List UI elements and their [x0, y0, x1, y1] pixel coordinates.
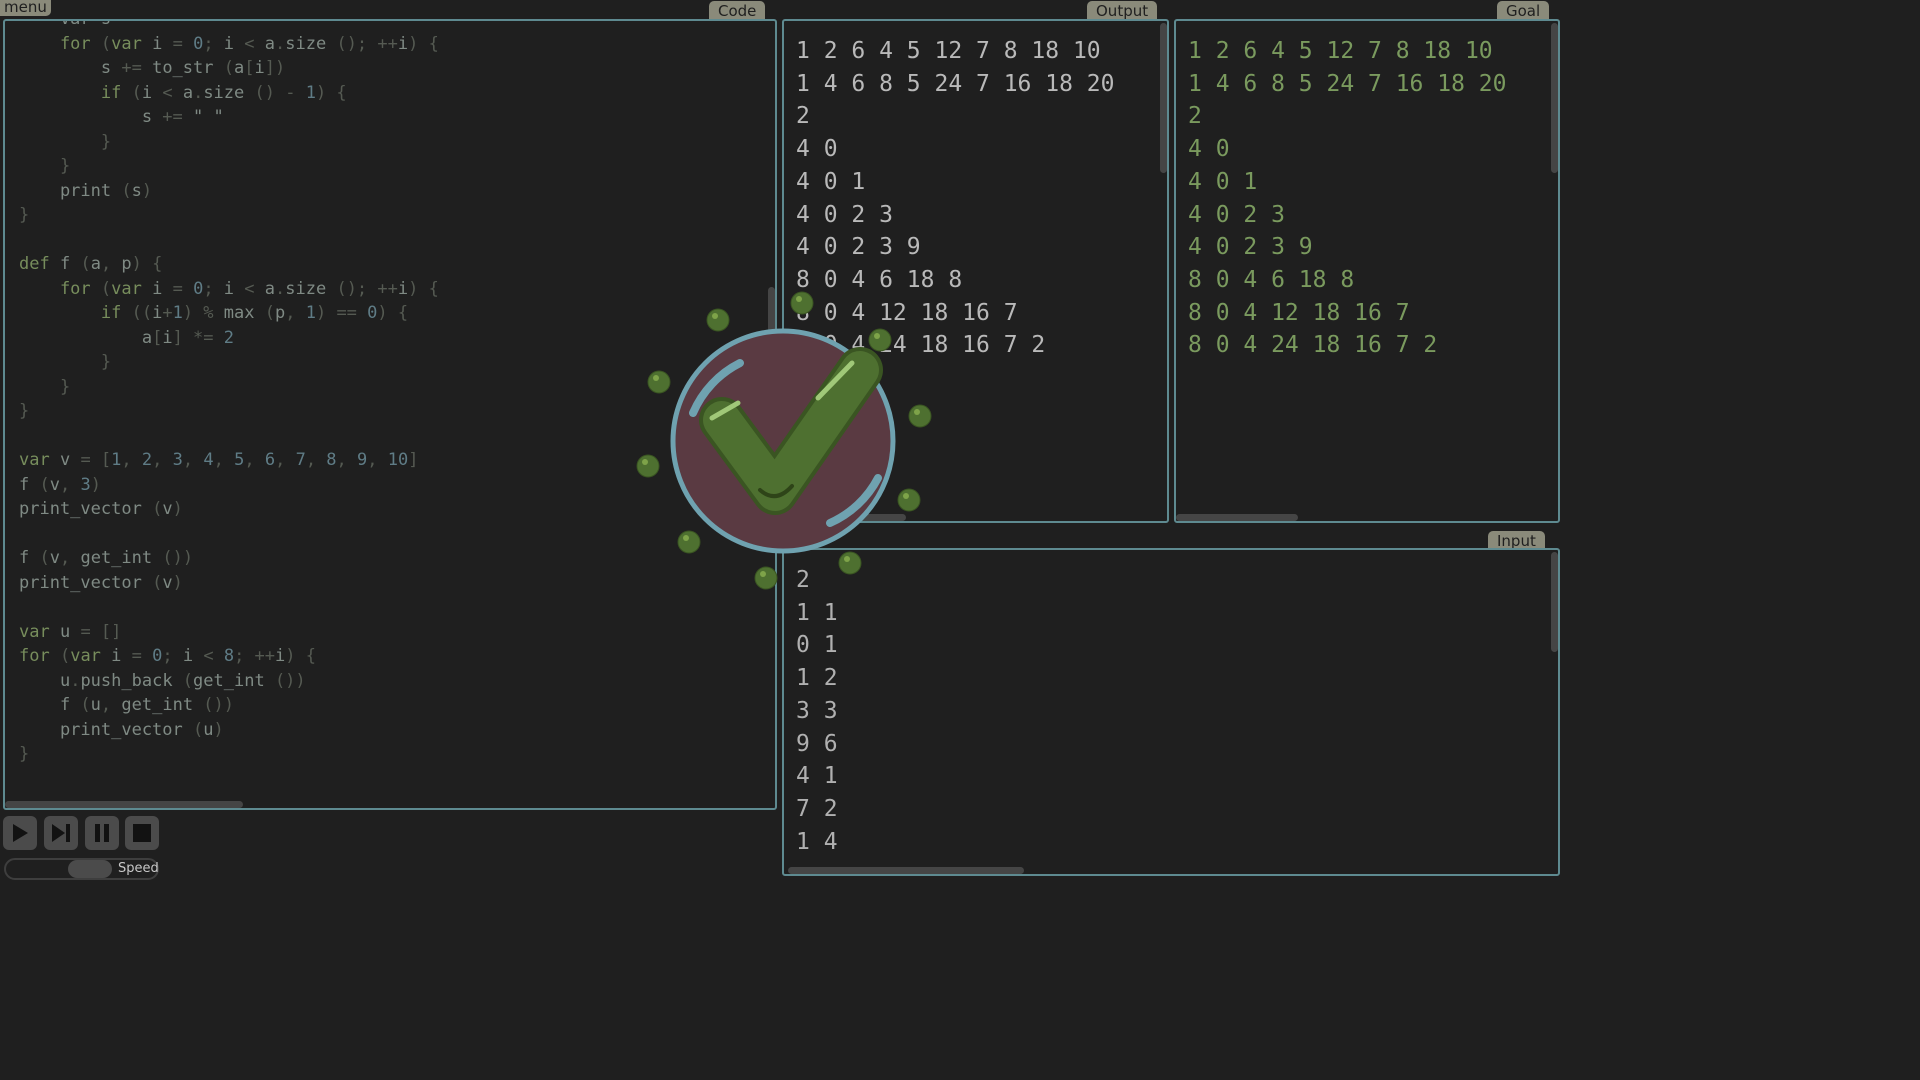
input-line: 1 2: [796, 665, 838, 692]
stop-icon: [133, 824, 151, 842]
code-line[interactable]: s += " ": [19, 105, 439, 130]
input-line: 1 1: [796, 599, 838, 626]
goal-line: 4 0 2 3: [1188, 201, 1285, 228]
output-vscrollbar[interactable]: [1160, 23, 1167, 173]
code-line[interactable]: }: [19, 375, 439, 400]
play-button[interactable]: [3, 816, 37, 850]
speed-slider[interactable]: Speed: [4, 858, 159, 880]
output-line: 2: [796, 103, 810, 130]
input-line: 3 3: [796, 697, 838, 724]
tab-code: Code: [709, 1, 766, 21]
code-line[interactable]: f (v, 3): [19, 473, 439, 498]
goal-line: 8 0 4 24 18 16 7 2: [1188, 332, 1438, 359]
play-icon: [13, 824, 28, 842]
code-editor[interactable]: var s = "" for (var i = 0; i < a.size ()…: [19, 21, 439, 767]
goal-line: 2: [1188, 103, 1202, 130]
code-line[interactable]: var u = []: [19, 620, 439, 645]
code-line[interactable]: }: [19, 350, 439, 375]
goal-line: 8 0 4 12 18 16 7: [1188, 299, 1410, 326]
code-line[interactable]: [19, 424, 439, 449]
speed-slider-knob[interactable]: [68, 860, 112, 878]
input-line: 1 4: [796, 828, 838, 855]
output-line: 1 4 6 8 5 24 7 16 18 20: [796, 70, 1115, 97]
code-hscrollbar[interactable]: [5, 801, 243, 808]
input-line: 9 6: [796, 730, 838, 757]
code-line[interactable]: f (u, get_int ()): [19, 693, 439, 718]
goal-line: 4 0: [1188, 136, 1230, 163]
code-line[interactable]: def f (a, p) {: [19, 252, 439, 277]
step-forward-icon: [52, 824, 70, 842]
code-line[interactable]: f (v, get_int ()): [19, 546, 439, 571]
goal-line: 1 4 6 8 5 24 7 16 18 20: [1188, 70, 1507, 97]
input-line: 7 2: [796, 795, 838, 822]
code-line[interactable]: for (var i = 0; i < a.size (); ++i) {: [19, 277, 439, 302]
goal-line: 4 0 2 3 9: [1188, 234, 1313, 261]
input-vscrollbar[interactable]: [1551, 552, 1558, 652]
menu-button[interactable]: menu: [0, 0, 51, 16]
code-line[interactable]: }: [19, 154, 439, 179]
goal-line: 8 0 4 6 18 8: [1188, 266, 1355, 293]
code-line[interactable]: [19, 595, 439, 620]
input-line: 0 1: [796, 632, 838, 659]
tab-output: Output: [1087, 1, 1158, 21]
goal-vscrollbar[interactable]: [1551, 23, 1558, 173]
tab-goal: Goal: [1497, 1, 1550, 21]
code-line[interactable]: }: [19, 399, 439, 424]
code-line[interactable]: for (var i = 0; i < 8; ++i) {: [19, 644, 439, 669]
goal-hscrollbar[interactable]: [1176, 514, 1298, 521]
code-line[interactable]: for (var i = 0; i < a.size (); ++i) {: [19, 32, 439, 57]
code-line[interactable]: print_vector (u): [19, 718, 439, 743]
pause-button[interactable]: [85, 816, 119, 850]
pause-icon: [95, 824, 109, 842]
code-line[interactable]: u.push_back (get_int ()): [19, 669, 439, 694]
output-line: 4 0 1: [796, 168, 866, 195]
code-line[interactable]: var s = "": [19, 21, 439, 32]
code-line[interactable]: }: [19, 130, 439, 155]
input-hscrollbar[interactable]: [788, 867, 1024, 874]
goal-panel[interactable]: 1 2 6 4 5 12 7 8 18 10 1 4 6 8 5 24 7 16 …: [1174, 19, 1560, 523]
code-line[interactable]: if ((i+1) % max (p, 1) == 0) {: [19, 301, 439, 326]
code-line[interactable]: if (i < a.size () - 1) {: [19, 81, 439, 106]
code-line[interactable]: var v = [1, 2, 3, 4, 5, 6, 7, 8, 9, 10]: [19, 448, 439, 473]
code-line[interactable]: }: [19, 203, 439, 228]
input-text[interactable]: 21 10 11 23 39 64 17 21 4: [796, 564, 838, 858]
checkmark-success-icon: [636, 291, 932, 590]
output-line: 4 0: [796, 136, 838, 163]
code-line[interactable]: [19, 522, 439, 547]
output-line: 4 0 2 3: [796, 201, 893, 228]
goal-text: 1 2 6 4 5 12 7 8 18 10 1 4 6 8 5 24 7 16 …: [1188, 35, 1507, 362]
speed-label: Speed: [118, 861, 159, 876]
code-line[interactable]: print_vector (v): [19, 571, 439, 596]
code-line[interactable]: s += to_str (a[i]): [19, 56, 439, 81]
code-line[interactable]: }: [19, 742, 439, 767]
goal-line: 1 2 6 4 5 12 7 8 18 10: [1188, 38, 1493, 64]
output-line: 1 2 6 4 5 12 7 8 18 10: [796, 38, 1101, 64]
output-line: 4 0 2 3 9: [796, 234, 921, 261]
code-line[interactable]: a[i] *= 2: [19, 326, 439, 351]
code-line[interactable]: [19, 228, 439, 253]
code-line[interactable]: print_vector (v): [19, 497, 439, 522]
stop-button[interactable]: [125, 816, 159, 850]
step-button[interactable]: [44, 816, 78, 850]
goal-line: 4 0 1: [1188, 168, 1258, 195]
code-line[interactable]: print (s): [19, 179, 439, 204]
input-line: 4 1: [796, 763, 838, 790]
